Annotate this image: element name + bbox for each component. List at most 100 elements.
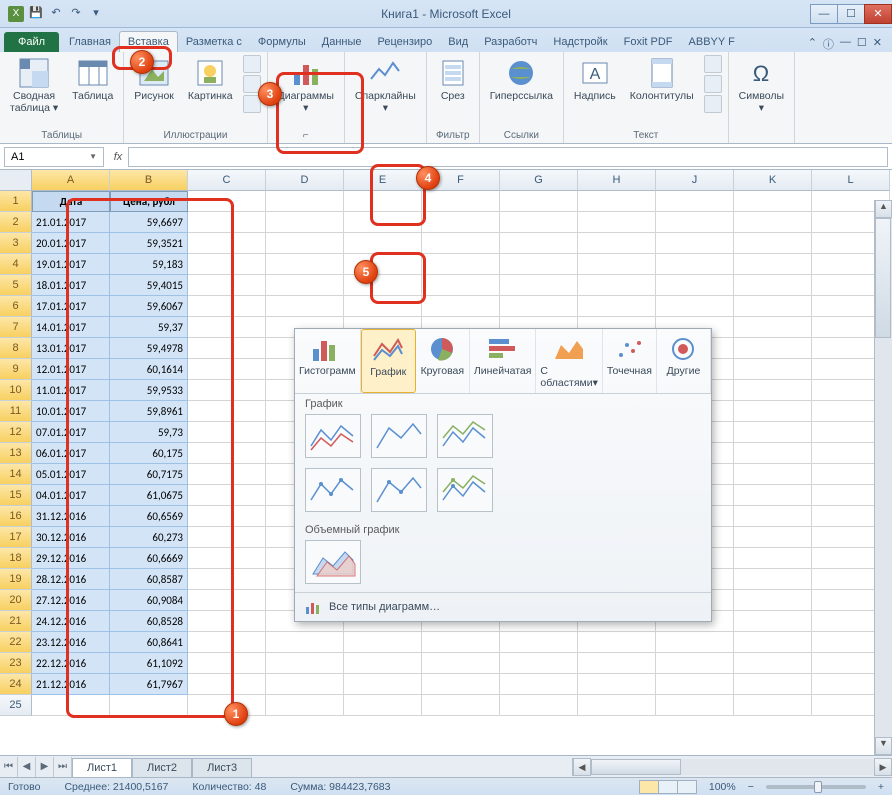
cell-J2[interactable] [656, 212, 734, 233]
line-chart-thumb-2[interactable] [371, 414, 427, 458]
cell-A23[interactable]: 22.12.2016 [32, 653, 110, 674]
cell-C18[interactable] [188, 548, 266, 569]
cell-A1[interactable]: Дата [32, 191, 110, 212]
cell-B11[interactable]: 59,8961 [110, 401, 188, 422]
cell-C14[interactable] [188, 464, 266, 485]
cell-G1[interactable] [500, 191, 578, 212]
line-chart-thumb-5[interactable] [371, 468, 427, 512]
cell-C5[interactable] [188, 275, 266, 296]
cell-A17[interactable]: 30.12.2016 [32, 527, 110, 548]
view-break[interactable] [677, 780, 697, 794]
cell-F22[interactable] [422, 632, 500, 653]
tab-data[interactable]: Данные [314, 32, 370, 52]
row-header-6[interactable]: 6 [0, 296, 32, 317]
scroll-thumb-h[interactable] [591, 759, 681, 775]
row-header-12[interactable]: 12 [0, 422, 32, 443]
cell-D22[interactable] [266, 632, 344, 653]
cell-B6[interactable]: 59,6067 [110, 296, 188, 317]
tab-foxit[interactable]: Foxit PDF [616, 32, 681, 52]
cell-J3[interactable] [656, 233, 734, 254]
cell-K1[interactable] [734, 191, 812, 212]
cell-K23[interactable] [734, 653, 812, 674]
cell-K21[interactable] [734, 611, 812, 632]
wordart-icon[interactable] [704, 55, 722, 73]
cell-G23[interactable] [500, 653, 578, 674]
cell-C24[interactable] [188, 674, 266, 695]
ribbon-minimize-icon[interactable]: ⌃ [808, 36, 817, 52]
help-icon[interactable]: ⓘ [823, 36, 834, 52]
cell-E6[interactable] [344, 296, 422, 317]
row-header-2[interactable]: 2 [0, 212, 32, 233]
sheet-tab-1[interactable]: Лист1 [72, 758, 132, 777]
cell-G4[interactable] [500, 254, 578, 275]
cell-B14[interactable]: 60,7175 [110, 464, 188, 485]
cell-A18[interactable]: 29.12.2016 [32, 548, 110, 569]
cell-H2[interactable] [578, 212, 656, 233]
vertical-scrollbar[interactable]: ▲ ▼ [874, 200, 892, 755]
cell-B22[interactable]: 60,8641 [110, 632, 188, 653]
cell-C7[interactable] [188, 317, 266, 338]
cell-A16[interactable]: 31.12.2016 [32, 506, 110, 527]
view-normal[interactable] [639, 780, 659, 794]
cell-A24[interactable]: 21.12.2016 [32, 674, 110, 695]
cell-B18[interactable]: 60,6669 [110, 548, 188, 569]
cell-E23[interactable] [344, 653, 422, 674]
doc-restore-icon[interactable]: ☐ [857, 36, 867, 52]
cell-B9[interactable]: 60,1614 [110, 359, 188, 380]
cell-A6[interactable]: 17.01.2017 [32, 296, 110, 317]
cell-A10[interactable]: 11.01.2017 [32, 380, 110, 401]
cell-K17[interactable] [734, 527, 812, 548]
fx-icon[interactable]: fx [108, 151, 128, 163]
cell-A11[interactable]: 10.01.2017 [32, 401, 110, 422]
sparklines-button[interactable]: Спарклайны ▾ [351, 55, 420, 116]
col-header-B[interactable]: B [110, 170, 188, 191]
cell-K20[interactable] [734, 590, 812, 611]
row-header-11[interactable]: 11 [0, 401, 32, 422]
cell-C20[interactable] [188, 590, 266, 611]
cell-H5[interactable] [578, 275, 656, 296]
row-header-22[interactable]: 22 [0, 632, 32, 653]
cell-C4[interactable] [188, 254, 266, 275]
cell-J24[interactable] [656, 674, 734, 695]
cell-C22[interactable] [188, 632, 266, 653]
cell-C6[interactable] [188, 296, 266, 317]
table-button[interactable]: Таблица [68, 55, 117, 105]
doc-close-icon[interactable]: ✕ [873, 36, 882, 52]
shapes-icon[interactable] [243, 55, 261, 73]
col-header-C[interactable]: C [188, 170, 266, 191]
cell-G25[interactable] [500, 695, 578, 716]
cell-B24[interactable]: 61,7967 [110, 674, 188, 695]
row-header-3[interactable]: 3 [0, 233, 32, 254]
zoom-out-icon[interactable]: − [748, 781, 754, 793]
sheet-nav-first[interactable]: ⏮ [0, 757, 18, 777]
cell-C16[interactable] [188, 506, 266, 527]
row-header-7[interactable]: 7 [0, 317, 32, 338]
cell-C2[interactable] [188, 212, 266, 233]
cell-B20[interactable]: 60,9084 [110, 590, 188, 611]
cell-H24[interactable] [578, 674, 656, 695]
col-header-D[interactable]: D [266, 170, 344, 191]
cell-G6[interactable] [500, 296, 578, 317]
cell-C10[interactable] [188, 380, 266, 401]
cell-J23[interactable] [656, 653, 734, 674]
line-chart-thumb-6[interactable] [437, 468, 493, 512]
cell-D1[interactable] [266, 191, 344, 212]
save-icon[interactable]: 💾 [28, 6, 44, 22]
chart-type-other[interactable]: Другие [657, 329, 711, 393]
cell-H3[interactable] [578, 233, 656, 254]
cell-K25[interactable] [734, 695, 812, 716]
chart-type-area[interactable]: С областями▾ [536, 329, 602, 393]
cell-B5[interactable]: 59,4015 [110, 275, 188, 296]
cell-J25[interactable] [656, 695, 734, 716]
cell-D5[interactable] [266, 275, 344, 296]
cell-A25[interactable] [32, 695, 110, 716]
qat-more-icon[interactable]: ▾ [88, 6, 104, 22]
row-header-8[interactable]: 8 [0, 338, 32, 359]
headerfooter-button[interactable]: Колонтитулы [626, 55, 698, 105]
cell-K13[interactable] [734, 443, 812, 464]
cell-C3[interactable] [188, 233, 266, 254]
cell-B12[interactable]: 59,73 [110, 422, 188, 443]
scroll-up-icon[interactable]: ▲ [875, 200, 892, 218]
cell-B8[interactable]: 59,4978 [110, 338, 188, 359]
cell-K19[interactable] [734, 569, 812, 590]
